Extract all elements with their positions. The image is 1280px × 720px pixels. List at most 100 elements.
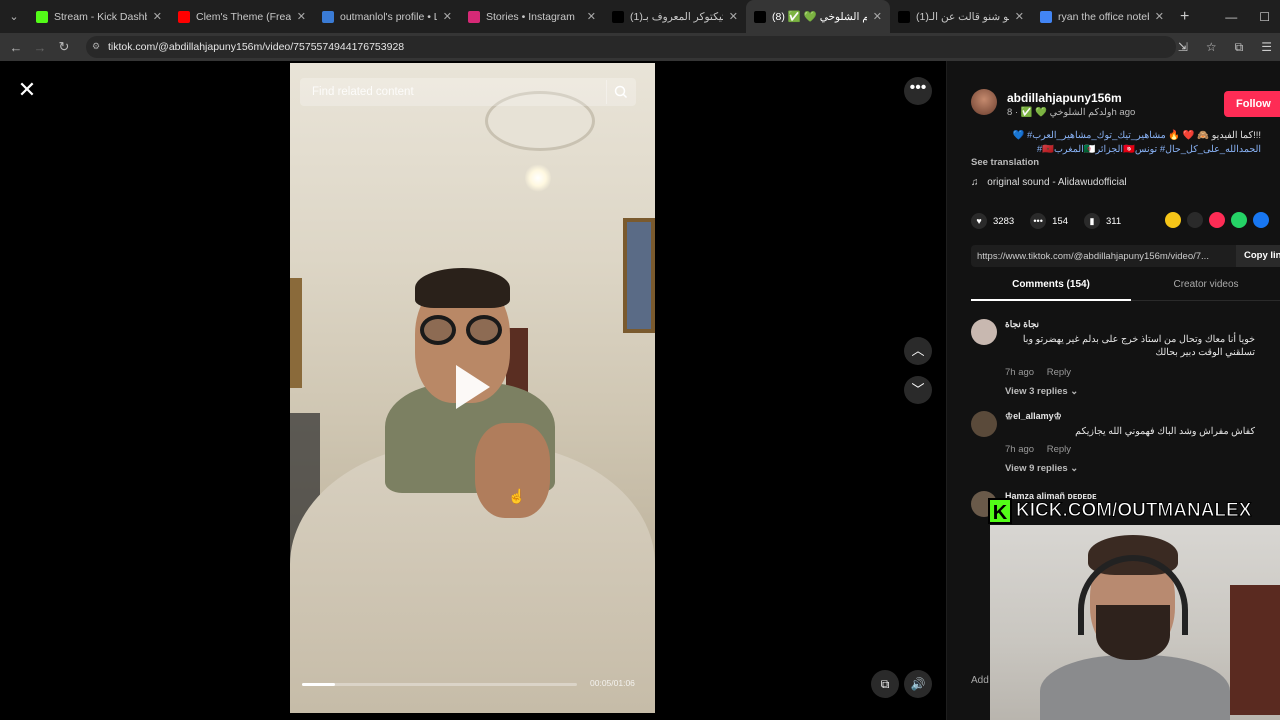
- tab-search-icon[interactable]: ⌄: [0, 0, 28, 33]
- reload-icon[interactable]: ↻: [52, 39, 76, 55]
- view-replies-button[interactable]: View 3 replies ⌄: [1005, 386, 1078, 397]
- comment-meta: 7h ago Reply: [1005, 444, 1071, 455]
- browser-tab[interactable]: Clem's Theme (Freaks and... ✕: [170, 0, 314, 33]
- find-related-search[interactable]: Find related content: [300, 78, 636, 106]
- address-bar: ← → ↻ ⚙ tiktok.com/@abdillahjapuny156m/v…: [0, 33, 1280, 61]
- tiktok-icon: [754, 10, 766, 23]
- copy-link-row: https://www.tiktok.com/@abdillahjapuny15…: [971, 245, 1280, 267]
- play-icon[interactable]: [456, 365, 490, 409]
- comment-icon: •••: [1030, 213, 1047, 229]
- browser-tab[interactable]: ولدكم الشلوخي 💚 ✅ (8) ✕: [746, 0, 890, 33]
- comment-button[interactable]: ••• 154: [1030, 213, 1068, 229]
- author-avatar[interactable]: [971, 89, 997, 115]
- browser-tab[interactable]: (1)أثار التيكتوكر المعروف بـ ✕: [604, 0, 746, 33]
- close-tab-icon[interactable]: ✕: [297, 10, 306, 23]
- person-hair: [415, 268, 510, 308]
- forward-icon[interactable]: →: [28, 40, 52, 55]
- panel-tabs: Comments (154) Creator videos: [971, 279, 1280, 301]
- browser-tab-bar: ⌄ Stream - Kick Dashboard✕Clem's Theme (…: [0, 0, 1280, 33]
- tiktok-icon: [898, 10, 910, 23]
- send-icon[interactable]: [1209, 212, 1225, 228]
- close-tab-icon[interactable]: ✕: [153, 10, 162, 23]
- install-icon[interactable]: ⇲: [1178, 40, 1188, 54]
- description-text: !!!كما الفيديو 🙈 ❤️ 🔥: [1165, 130, 1261, 141]
- tab-title: Clem's Theme (Freaks and...: [196, 10, 291, 23]
- embed-icon[interactable]: [1187, 212, 1203, 228]
- see-translation-link[interactable]: See translation: [971, 157, 1039, 168]
- close-tab-icon[interactable]: ✕: [1015, 10, 1024, 23]
- browser-tab[interactable]: Stories • Instagram ✕: [460, 0, 604, 33]
- wall-frame: [290, 278, 302, 388]
- close-tab-icon[interactable]: ✕: [443, 10, 452, 23]
- video-player[interactable]: Find related content ☝ 00:05/01:06: [290, 63, 655, 713]
- comment-time: 7h ago: [1005, 444, 1035, 455]
- commenter-avatar[interactable]: [971, 411, 997, 437]
- comment-text: خويا أنا معاك وتحال من استاذ خرج على بدل…: [1022, 334, 1255, 358]
- back-icon[interactable]: ←: [4, 40, 28, 55]
- author-subtitle: ولدكم الشلوخي 💚 ✅ · 8h ago: [1007, 107, 1136, 118]
- instagram-icon: [468, 10, 480, 23]
- search-icon[interactable]: [606, 80, 630, 104]
- window-controls: — ☐: [1225, 0, 1280, 33]
- next-video-icon[interactable]: ﹀: [904, 376, 932, 404]
- reply-button[interactable]: Reply: [1047, 444, 1071, 455]
- facebook-icon[interactable]: [1253, 212, 1269, 228]
- progress-bar[interactable]: [302, 683, 577, 686]
- kick-logo-icon: K: [988, 498, 1012, 524]
- commenter-name[interactable]: ♔el_allamy♔: [1005, 411, 1062, 422]
- like-count: 3283: [993, 215, 1015, 227]
- view-replies-button[interactable]: View 9 replies ⌄: [1005, 463, 1078, 474]
- share-coin-icon[interactable]: [1165, 212, 1181, 228]
- save-count: 311: [1106, 215, 1122, 227]
- streamer-overlay: K KICK.COM/OUTMANALEX: [988, 495, 1280, 720]
- tab-creator-videos[interactable]: Creator videos: [1131, 279, 1280, 301]
- close-tab-icon[interactable]: ✕: [873, 10, 882, 23]
- tab-comments[interactable]: Comments (154): [971, 279, 1131, 301]
- save-button[interactable]: ▮ 311: [1084, 213, 1121, 229]
- video-description: !!!كما الفيديو 🙈 ❤️ 🔥 مشاهير_تيك_توك_مشا…: [971, 129, 1261, 157]
- comment-time: 7h ago: [1005, 367, 1035, 378]
- browser-tab[interactable]: Stream - Kick Dashboard ✕: [28, 0, 170, 33]
- mouse-cursor-icon: ☝: [508, 488, 526, 504]
- tab-title: (1)اسمعو شنو قالت عن الـ: [916, 10, 1009, 23]
- kick-channel-url: KICK.COM/OUTMANALEX: [1015, 500, 1252, 522]
- close-tab-icon[interactable]: ✕: [1155, 10, 1164, 23]
- streamer-hoodie: [1040, 655, 1230, 720]
- site-info-icon[interactable]: ⚙: [92, 41, 102, 51]
- volume-icon[interactable]: 🔊: [904, 670, 932, 698]
- music-title: original sound - Alidawudofficial: [987, 177, 1127, 188]
- close-icon[interactable]: ✕: [14, 77, 40, 103]
- background-decor: [1230, 585, 1280, 715]
- new-tab-icon[interactable]: +: [1180, 8, 1189, 26]
- kick-icon: [36, 10, 48, 23]
- commenter-avatar[interactable]: [971, 319, 997, 345]
- close-tab-icon[interactable]: ✕: [729, 10, 738, 23]
- google-icon: [1040, 10, 1052, 23]
- follow-button[interactable]: Follow: [1224, 91, 1280, 117]
- author-username[interactable]: abdillahjapuny156m: [1007, 91, 1122, 105]
- share-icons: [1165, 212, 1269, 228]
- close-tab-icon[interactable]: ✕: [587, 10, 596, 23]
- copy-link-button[interactable]: Copy link: [1236, 245, 1280, 267]
- like-button[interactable]: ♥ 3283: [971, 213, 1014, 229]
- kick-banner: K KICK.COM/OUTMANALEX: [988, 495, 1280, 527]
- more-options-icon[interactable]: •••: [904, 77, 932, 105]
- browser-tab[interactable]: (1)اسمعو شنو قالت عن الـ ✕: [890, 0, 1032, 33]
- browser-tab[interactable]: outmanlol's profile • Letts... ✕: [314, 0, 460, 33]
- previous-video-icon[interactable]: ︿: [904, 337, 932, 365]
- commenter-name[interactable]: نجاة نجاة: [1005, 319, 1039, 330]
- minimize-icon[interactable]: —: [1225, 10, 1237, 24]
- music-link[interactable]: ♫ original sound - Alidawudofficial: [971, 177, 1127, 188]
- add-comment-field[interactable]: Add: [971, 675, 989, 686]
- extensions-icon[interactable]: ⧉: [1235, 40, 1244, 55]
- browser-tab[interactable]: ryan the office notebook ✕: [1032, 0, 1172, 33]
- maximize-icon[interactable]: ☐: [1259, 10, 1270, 24]
- bookmark-star-icon[interactable]: ☆: [1206, 40, 1217, 54]
- whatsapp-icon[interactable]: [1231, 212, 1247, 228]
- picture-in-picture-icon[interactable]: ⧉: [871, 670, 899, 698]
- tiktok-icon: [612, 10, 624, 23]
- person-glasses: [418, 315, 506, 345]
- reading-list-icon[interactable]: ☰: [1261, 40, 1272, 54]
- reply-button[interactable]: Reply: [1047, 367, 1071, 378]
- url-field[interactable]: ⚙ tiktok.com/@abdillahjapuny156m/video/7…: [86, 36, 1176, 58]
